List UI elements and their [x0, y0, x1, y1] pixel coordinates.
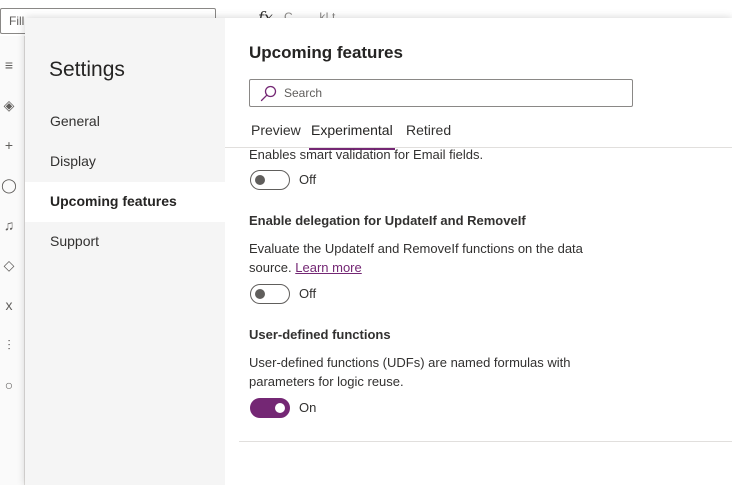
toggle-state-label: On [299, 400, 317, 415]
nav-item-label: General [50, 113, 100, 129]
nav-item-label: Support [50, 233, 100, 249]
toggle-knob [275, 403, 285, 413]
toggle-state-label: Off [299, 172, 317, 187]
toggle-state-label: Off [299, 286, 317, 301]
settings-nav: Settings General Display Upcoming featur… [25, 18, 225, 485]
property-dropdown-value: Fill [9, 14, 25, 28]
feature-title: Enable delegation for UpdateIf and Remov… [249, 213, 526, 228]
nav-item-display[interactable]: Display [25, 142, 225, 182]
database-icon[interactable]: ◯ [0, 176, 18, 194]
section-divider [239, 441, 732, 442]
plus-icon[interactable]: + [0, 136, 18, 154]
left-rail: ≡ ◈ + ◯ ♫ ◇ x ⫶ ○ [0, 36, 25, 485]
description-line: source. [249, 260, 292, 275]
search-icon [260, 85, 277, 102]
description-line: parameters for logic reuse. [249, 374, 404, 389]
nav-item-upcoming-features[interactable]: Upcoming features [25, 182, 225, 222]
nav-item-label: Upcoming features [50, 193, 177, 209]
email-validation-toggle[interactable] [250, 170, 290, 190]
description-line: Evaluate the UpdateIf and RemoveIf funct… [249, 241, 583, 256]
tags-icon[interactable]: ◇ [0, 256, 18, 274]
search-input[interactable] [284, 84, 614, 102]
feature-description: Enables smart validation for Email field… [249, 147, 484, 162]
settings-dialog: Settings General Display Upcoming featur… [25, 18, 732, 485]
nav-item-general[interactable]: General [25, 102, 225, 142]
toggle-knob [255, 175, 265, 185]
variables-icon[interactable]: x [0, 296, 18, 314]
search-rail-icon[interactable]: ○ [0, 376, 18, 394]
media-icon[interactable]: ♫ [0, 216, 18, 234]
nav-item-label: Display [50, 153, 96, 169]
delegation-toggle[interactable] [250, 284, 290, 304]
description-line: User-defined functions (UDFs) are named … [249, 355, 571, 370]
search-box[interactable] [249, 79, 633, 107]
feature-title: User-defined functions [249, 327, 391, 342]
settings-title: Settings [49, 58, 125, 81]
toggle-knob [255, 289, 265, 299]
feature-description: User-defined functions (UDFs) are named … [249, 353, 571, 391]
hamburger-icon[interactable]: ≡ [0, 56, 18, 74]
upcoming-features-panel: Upcoming features Preview Experimental R… [225, 18, 732, 485]
feature-description: Evaluate the UpdateIf and RemoveIf funct… [249, 239, 583, 277]
learn-more-link[interactable]: Learn more [295, 260, 361, 275]
udf-toggle[interactable] [250, 398, 290, 418]
tools-icon[interactable]: ⫶ [0, 336, 18, 354]
layers-icon[interactable]: ◈ [0, 96, 18, 114]
page-title: Upcoming features [249, 43, 403, 62]
nav-item-support[interactable]: Support [25, 222, 225, 262]
